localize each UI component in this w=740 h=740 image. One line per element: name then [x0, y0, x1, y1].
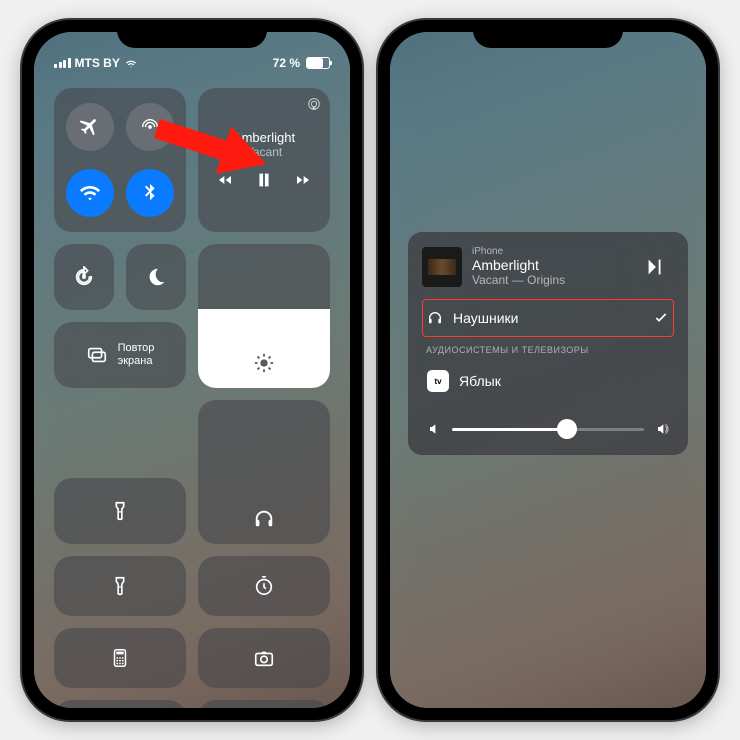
volume-row: [422, 421, 674, 437]
orientation-lock-button[interactable]: [54, 244, 114, 310]
appletv-icon: tv: [427, 370, 449, 392]
brightness-slider[interactable]: [198, 244, 330, 388]
sun-icon: [253, 352, 275, 374]
alarm-button[interactable]: [54, 700, 186, 708]
screen-mirror-label: Повтор экрана: [118, 342, 155, 368]
camera-icon: [253, 647, 275, 669]
headphones-icon: [427, 310, 443, 326]
phone-right: iPhone Amberlight Vacant — Origins Наушн…: [378, 20, 718, 720]
output-device-label: Яблык: [459, 373, 501, 389]
battery-icon: [306, 57, 330, 69]
wifi-button[interactable]: [66, 169, 114, 217]
volume-low-icon: [426, 421, 442, 437]
volume-thumb[interactable]: [557, 419, 577, 439]
screen-mirroring-button[interactable]: Повтор экрана: [54, 322, 186, 388]
play-pause-icon: [644, 256, 666, 278]
checkmark-icon: [653, 310, 669, 326]
flashlight-button[interactable]: [54, 478, 186, 544]
volume-slider[interactable]: [198, 400, 330, 544]
play-pause-button[interactable]: [644, 256, 674, 278]
camera-button[interactable]: [198, 628, 330, 688]
calculator-icon: [109, 647, 131, 669]
section-label: АУДИОСИСТЕМЫ И ТЕЛЕВИЗОРЫ: [422, 337, 674, 359]
screen-record-button[interactable]: [198, 700, 330, 708]
cellular-signal-icon: [54, 58, 71, 68]
now-playing-row[interactable]: iPhone Amberlight Vacant — Origins: [422, 246, 674, 287]
carrier-label: MTS BY: [75, 56, 120, 70]
wifi-icon: [124, 56, 138, 70]
moon-icon: [145, 266, 167, 288]
red-arrow-annotation: [154, 117, 274, 187]
airplane-icon: [79, 116, 101, 138]
output-device-label: Наушники: [453, 310, 518, 326]
screen: MTS BY 72 %: [34, 32, 350, 708]
flashlight-icon: [109, 500, 131, 522]
screen: iPhone Amberlight Vacant — Origins Наушн…: [390, 32, 706, 708]
flashlight-icon: [109, 575, 131, 597]
album-art: [422, 247, 462, 287]
source-device-label: iPhone: [472, 246, 634, 257]
timer-icon: [253, 575, 275, 597]
np-title: Amberlight: [472, 257, 634, 273]
calculator-button[interactable]: [54, 628, 186, 688]
headphones-icon: [253, 508, 275, 530]
screen-mirror-icon: [86, 344, 108, 366]
airplane-mode-button[interactable]: [66, 103, 114, 151]
forward-icon[interactable]: [295, 172, 311, 188]
volume-high-icon: [654, 421, 670, 437]
battery-percentage: 72 %: [273, 56, 300, 70]
output-device-headphones[interactable]: Наушники: [422, 299, 674, 337]
phone-left: MTS BY 72 %: [22, 20, 362, 720]
output-device-appletv[interactable]: tv Яблык: [422, 359, 674, 403]
timer-button[interactable]: [198, 556, 330, 616]
volume-slider[interactable]: [452, 428, 644, 431]
notch: [117, 20, 267, 48]
airplay-audio-panel: iPhone Amberlight Vacant — Origins Наушн…: [408, 232, 688, 455]
np-subtitle: Vacant — Origins: [472, 273, 634, 287]
flashlight-button-2[interactable]: [54, 556, 186, 616]
wifi-icon: [79, 182, 101, 204]
airplay-icon[interactable]: [306, 96, 322, 112]
notch: [473, 20, 623, 48]
orientation-lock-icon: [73, 266, 95, 288]
do-not-disturb-button[interactable]: [126, 244, 186, 310]
